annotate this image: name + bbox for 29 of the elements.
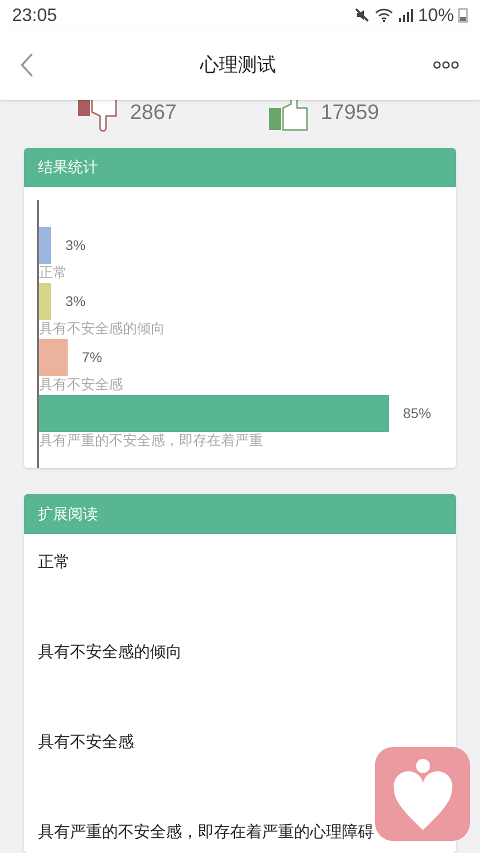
thumbs-down-icon[interactable]: [78, 100, 120, 132]
battery-level: 10%: [418, 4, 454, 26]
category-label: 具有不安全感的倾向: [39, 320, 165, 339]
mute-icon: [354, 7, 370, 23]
status-time: 23:05: [12, 4, 58, 26]
battery-icon: [458, 7, 468, 23]
chart-bar: [39, 283, 52, 320]
category-label: 具有不安全感: [39, 376, 123, 395]
category-label: 具有严重的不安全感，即存在着严重: [39, 432, 263, 451]
signal-icon: [398, 8, 414, 22]
reading-item[interactable]: 具有严重的不安全感，即存在着严重的心理障碍: [38, 822, 374, 841]
card-title: 扩展阅读: [24, 494, 456, 534]
chart-bar: [39, 227, 52, 264]
like-count: 17959: [320, 100, 380, 126]
thumbs-up-icon[interactable]: [268, 100, 309, 132]
category-label: 正常: [39, 264, 67, 283]
value-label: 7%: [82, 348, 102, 367]
value-label: 3%: [65, 236, 86, 255]
wifi-icon: [374, 7, 394, 23]
card-title: 结果统计: [24, 148, 456, 187]
value-label: 3%: [65, 292, 86, 311]
dislike-count: 2867: [130, 100, 177, 126]
app-logo-button[interactable]: [375, 747, 470, 841]
chart-bar: [39, 339, 68, 376]
reading-item[interactable]: 具有不安全感的倾向: [38, 642, 182, 661]
page-title: 心理测试: [200, 52, 276, 78]
value-label: 85%: [403, 404, 432, 423]
reading-item[interactable]: 具有不安全感: [38, 732, 134, 751]
reading-item[interactable]: 正常: [38, 552, 70, 571]
